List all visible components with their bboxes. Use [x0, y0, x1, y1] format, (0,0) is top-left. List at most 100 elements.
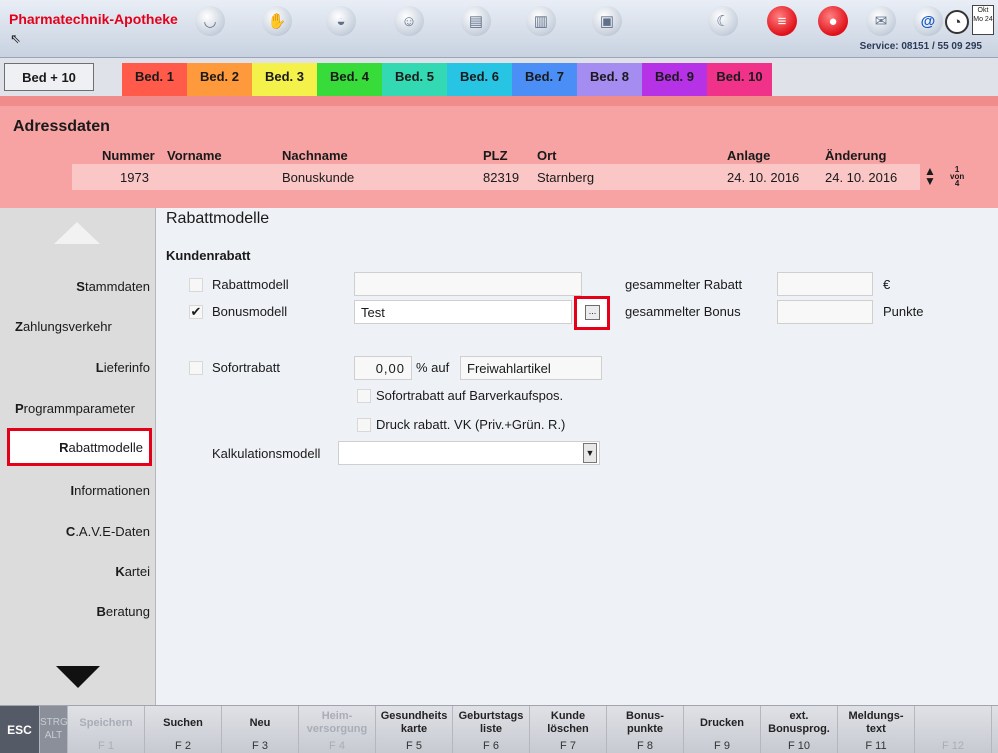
sofortrabatt-label: Sofortrabatt: [212, 360, 280, 375]
kalkulationsmodell-select[interactable]: [338, 441, 600, 465]
hotkey-letter: L: [95, 359, 104, 375]
printer-icon[interactable]: ▤: [461, 6, 491, 36]
tab-bed-4[interactable]: Bed. 4: [317, 63, 382, 96]
tab-bed-6[interactable]: Bed. 6: [447, 63, 512, 96]
page-total: 4: [954, 179, 960, 188]
book-icon[interactable]: ▥: [526, 6, 556, 36]
bonusmodell-checkbox[interactable]: ✔: [189, 305, 203, 319]
sidebar-item-informationen[interactable]: Informationen: [0, 474, 156, 506]
fkey-label: Neu: [249, 717, 271, 729]
fkey-number: F 6: [483, 740, 499, 752]
hotkey-letter: C: [65, 523, 76, 539]
fkey-1-button[interactable]: Speichern F 1: [68, 706, 145, 753]
bonusmodell-browse-button[interactable]: ...: [574, 296, 610, 330]
druck-rabatt-label: Druck rabatt. VK (Priv.+Grün. R.): [376, 417, 566, 432]
hotkey-letter: Z: [15, 318, 23, 334]
hotkey-letter: B: [96, 603, 106, 619]
strg-alt-modifier[interactable]: STRG ALT: [40, 706, 68, 753]
sidebar-item-kartei[interactable]: Kartei: [0, 555, 156, 587]
sidebar-item-label: ahlungsverkehr: [22, 318, 112, 334]
header-aenderung: Änderung: [825, 148, 887, 163]
sidebar-item-programmparameter[interactable]: Programmparameter: [0, 392, 156, 424]
tab-bed-5[interactable]: Bed. 5: [382, 63, 447, 96]
sofortrabatt-target-field[interactable]: Freiwahlartikel: [460, 356, 602, 380]
chat-bubble-icon[interactable]: ≡: [767, 6, 797, 36]
tab-bed-3[interactable]: Bed. 3: [252, 63, 317, 96]
scroll-down-icon[interactable]: [56, 666, 100, 688]
druck-rabatt-checkbox[interactable]: [357, 418, 371, 432]
kalkulationsmodell-label: Kalkulationsmodell: [212, 446, 321, 461]
sidebar-item-cave-daten[interactable]: C .A.V.E-Daten: [0, 515, 156, 547]
fkey-7-button[interactable]: Kunde löschen F 7: [530, 706, 607, 753]
bonusmodell-label: Bonusmodell: [212, 304, 288, 319]
sidebar-item-lieferinfo[interactable]: Lieferinfo: [0, 351, 156, 383]
bag-icon[interactable]: ◒: [326, 6, 356, 36]
esc-button[interactable]: ESC: [0, 706, 40, 753]
mortar-icon[interactable]: ◡: [195, 6, 225, 36]
fkey-9-button[interactable]: Drucken F 9: [684, 706, 761, 753]
header-nummer: Nummer: [102, 148, 155, 163]
drop-icon[interactable]: ●: [818, 6, 848, 36]
sidebar-item-rabattmodelle[interactable]: Rabattmodelle: [7, 428, 152, 466]
cell-ort: Starnberg: [537, 170, 595, 185]
at-sign-icon[interactable]: @: [913, 6, 943, 36]
sidebar-item-label: tammdaten: [84, 278, 150, 294]
euro-unit: €: [883, 277, 891, 292]
tab-bed-plus-10[interactable]: Bed + 10: [4, 63, 94, 91]
sidebar-item-beratung[interactable]: Beratung: [0, 595, 156, 627]
sofortrabatt-checkbox[interactable]: [189, 361, 203, 375]
section-kundenrabatt: Kundenrabatt: [166, 248, 251, 263]
chevron-down-icon[interactable]: ▼: [583, 443, 597, 463]
moon-icon[interactable]: ☾: [708, 6, 738, 36]
fkey-5-button[interactable]: Gesundheits karte F 5: [376, 706, 453, 753]
sofortrabatt-percent-field[interactable]: 0,00: [354, 356, 412, 380]
fkey-number: F 11: [865, 740, 887, 752]
faces-icon[interactable]: ☺: [394, 6, 424, 36]
fkey-12-button[interactable]: F 12: [915, 706, 992, 753]
fkey-8-button[interactable]: Bonus- punkte F 8: [607, 706, 684, 753]
mail-icon[interactable]: ✉: [866, 6, 896, 36]
sidebar-item-stammdaten[interactable]: Stammdaten: [0, 270, 156, 302]
fkey-11-button[interactable]: Meldungs- text F 11: [838, 706, 915, 753]
bonusmodell-field[interactable]: Test: [354, 300, 572, 324]
fkey-10-button[interactable]: ext. Bonusprog. F 10: [761, 706, 838, 753]
scroll-up-icon[interactable]: [54, 222, 100, 244]
app-title: Pharmatechnik-Apotheke: [9, 11, 178, 27]
cell-nachname: Bonuskunde: [282, 170, 355, 185]
header-anlage: Anlage: [727, 148, 771, 163]
tab-bed-9[interactable]: Bed. 9: [642, 63, 707, 96]
bed-tab-row: Bed. 1 Bed. 2 Bed. 3 Bed. 4 Bed. 5 Bed. …: [122, 63, 772, 96]
record-scroll-arrows-icon[interactable]: ▲ ▼: [924, 165, 936, 187]
fkey-4-button[interactable]: Heim- versorgung F 4: [299, 706, 376, 753]
fkey-label: Meldungs- text: [848, 710, 904, 735]
fkey-2-button[interactable]: Suchen F 2: [145, 706, 222, 753]
tab-bed-1[interactable]: Bed. 1: [122, 63, 187, 96]
tab-bed-7[interactable]: Bed. 7: [512, 63, 577, 96]
fkey-number: F 2: [175, 740, 191, 752]
scanner-icon[interactable]: ▣: [592, 6, 622, 36]
tab-bed-8[interactable]: Bed. 8: [577, 63, 642, 96]
handshake-icon[interactable]: ✋: [262, 6, 292, 36]
gesammelter-rabatt-field: [777, 272, 873, 296]
header-vorname: Vorname: [167, 148, 222, 163]
fkey-label: ext. Bonusprog.: [768, 710, 830, 735]
rabattmodell-checkbox[interactable]: [189, 278, 203, 292]
rabattmodell-field[interactable]: [354, 272, 582, 296]
page-title: Rabattmodelle: [166, 210, 270, 227]
sidebar-item-zahlungsverkehr[interactable]: Zahlungsverkehr: [0, 310, 156, 342]
record-page-indicator: 1 von 4: [950, 166, 964, 188]
fkey-6-button[interactable]: Geburtstags liste F 6: [453, 706, 530, 753]
fkey-number: F 9: [714, 740, 730, 752]
calendar-icon[interactable]: Okt Mo 24: [972, 5, 994, 35]
tab-bed-10[interactable]: Bed. 10: [707, 63, 772, 96]
fkey-number: F 3: [252, 740, 268, 752]
service-phone: Service: 08151 / 55 09 295: [859, 41, 982, 52]
fkey-label: Heim- versorgung: [306, 710, 368, 735]
hotkey-letter: R: [59, 439, 69, 455]
tab-strip: Bed + 10 Bed. 1 Bed. 2 Bed. 3 Bed. 4 Bed…: [0, 58, 998, 96]
tab-bed-2[interactable]: Bed. 2: [187, 63, 252, 96]
sidebar-item-label: .A.V.E-Daten: [75, 523, 150, 539]
fkey-3-button[interactable]: Neu F 3: [222, 706, 299, 753]
clock-icon[interactable]: ◔: [945, 10, 969, 34]
sofortrabatt-bar-checkbox[interactable]: [357, 389, 371, 403]
